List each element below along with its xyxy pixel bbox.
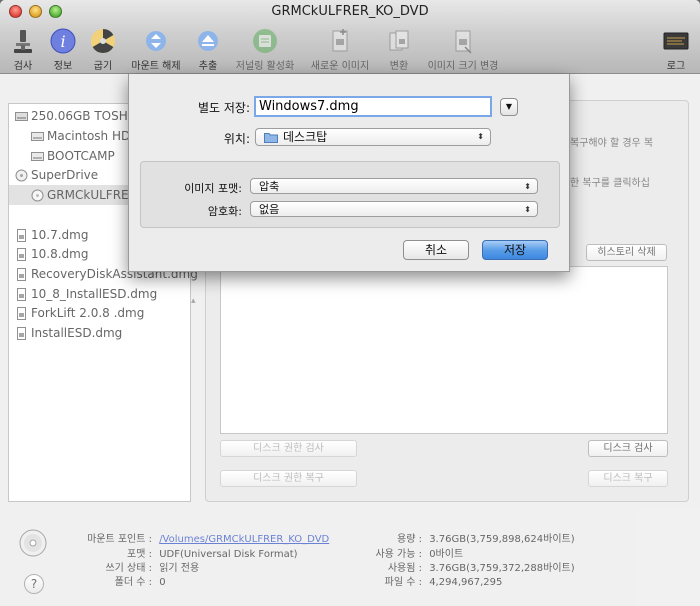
toolbar-burn-button[interactable]: 굽기 (88, 27, 118, 72)
resize-image-icon (455, 30, 472, 54)
toolbar-resize-image-button[interactable]: 이미지 크기 변경 (422, 27, 504, 72)
folder-icon (264, 133, 278, 143)
toolbar-eject-button[interactable]: 추출 (194, 27, 222, 72)
info-icon: i (50, 28, 76, 54)
burn-icon (91, 28, 115, 54)
save-as-label: 별도 저장: (197, 101, 250, 115)
window-title: GRMCkULFRER_KO_DVD (271, 4, 429, 19)
encryption-label: 암호화: (207, 205, 242, 218)
where-label: 위치: (223, 132, 250, 146)
expand-sheet-button[interactable]: ▼ (500, 98, 518, 116)
where-popup[interactable]: 데스크탑 ⬍ (255, 128, 491, 146)
popup-arrows-icon: ⬍ (524, 205, 531, 214)
image-format-label: 이미지 포맷: (184, 182, 242, 195)
toolbar-unmount-button[interactable]: 마운트 해제 (126, 27, 186, 72)
chevron-down-icon: ▼ (505, 102, 513, 111)
unmount-icon (146, 31, 166, 51)
save-button[interactable]: 저장 (482, 240, 548, 260)
journaling-icon (253, 29, 277, 53)
filename-input[interactable]: Windows7.dmg (254, 96, 492, 117)
popup-arrows-icon: ⬍ (524, 182, 531, 191)
microscope-icon (14, 30, 32, 53)
popup-arrows-icon: ⬍ (477, 132, 484, 141)
disk-utility-window: GRMCkULFRER_KO_DVD 검사 i 정보 굽기 마운트 해제 추출 … (0, 0, 700, 606)
toolbar-journaling-button[interactable]: 저널링 활성화 (230, 27, 300, 72)
image-format-popup[interactable]: 압축 ⬍ (250, 178, 538, 194)
toolbar-new-image-button[interactable]: 새로운 이미지 (304, 27, 376, 72)
toolbar-log-button[interactable]: 로그 (660, 27, 692, 72)
eject-icon (198, 31, 218, 51)
toolbar-info-button[interactable]: i 정보 (48, 27, 78, 72)
encryption-popup[interactable]: 없음 ⬍ (250, 201, 538, 217)
toolbar-verify-button[interactable]: 검사 (8, 27, 38, 72)
toolbar-convert-button[interactable]: 변환 (384, 27, 414, 72)
titlebar-toolbar: GRMCkULFRER_KO_DVD 검사 i 정보 굽기 마운트 해제 추출 … (0, 0, 700, 74)
svg-text:i: i (60, 32, 65, 51)
new-image-icon (332, 29, 348, 52)
log-icon (663, 32, 689, 50)
cancel-button[interactable]: 취소 (403, 240, 469, 260)
convert-icon (389, 30, 409, 51)
